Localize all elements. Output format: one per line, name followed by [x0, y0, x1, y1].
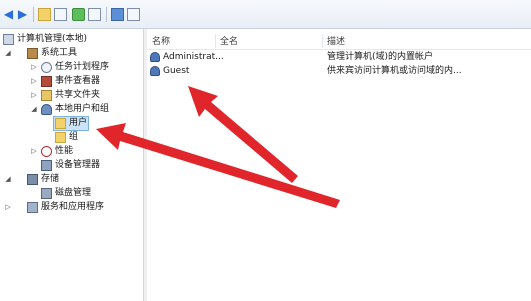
arrow-to-users — [96, 123, 340, 208]
arrow-to-guest — [188, 86, 298, 183]
annotation-arrows — [96, 86, 340, 208]
